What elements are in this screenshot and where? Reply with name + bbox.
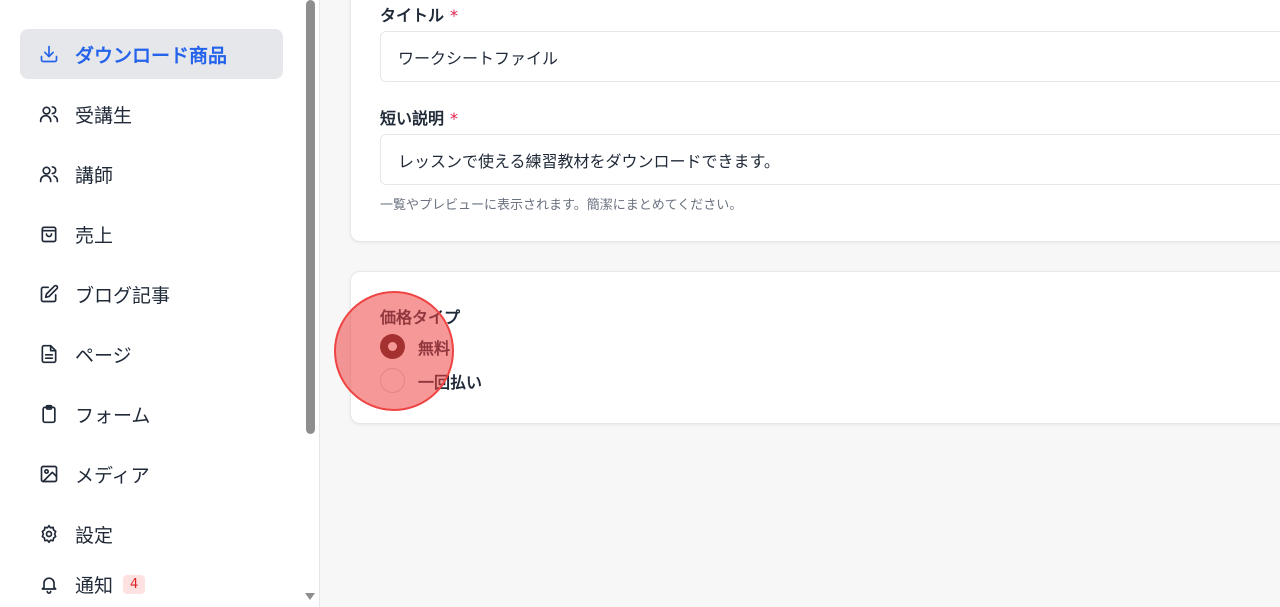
sidebar-item-label: フォーム	[75, 404, 151, 427]
sidebar-item-label: 通知	[75, 574, 114, 597]
gear-icon	[39, 524, 59, 544]
notification-count-badge: 4	[123, 574, 146, 594]
click-highlight	[334, 291, 454, 411]
sidebar-item-label: ダウンロード商品	[75, 44, 228, 67]
scroll-down-arrow-icon[interactable]	[305, 593, 315, 600]
sidebar-item-sales[interactable]: 売上	[20, 209, 283, 259]
title-label: タイトル *	[380, 2, 458, 26]
sidebar-item-label: メディア	[75, 464, 150, 487]
description-help-text: 一覧やプレビューに表示されます。簡潔にまとめてください。	[380, 198, 743, 213]
title-label-text: タイトル	[380, 6, 445, 25]
sidebar-item-settings[interactable]: 設定	[20, 509, 283, 559]
sidebar-item-downloads[interactable]: ダウンロード商品	[20, 29, 283, 79]
sidebar-item-notifications[interactable]: 通知 4	[20, 559, 283, 607]
sidebar-item-forms[interactable]: フォーム	[20, 389, 283, 439]
description-label: 短い説明 *	[380, 105, 458, 129]
sidebar-item-label: 講師	[75, 164, 114, 187]
bell-icon	[39, 574, 59, 594]
title-input[interactable]: ワークシートファイル	[380, 31, 1280, 82]
shopping-bag-icon	[39, 224, 59, 244]
sidebar-item-media[interactable]: メディア	[20, 449, 283, 499]
sidebar-item-blog[interactable]: ブログ記事	[20, 269, 283, 319]
sidebar-item-label: ブログ記事	[75, 284, 171, 307]
file-text-icon	[39, 344, 59, 364]
users-icon	[39, 104, 59, 124]
image-icon	[39, 464, 59, 484]
sidebar-item-students[interactable]: 受講生	[20, 89, 283, 139]
users-icon	[39, 164, 59, 184]
title-input-value: ワークシートファイル	[398, 48, 559, 68]
sidebar-scrollbar-thumb[interactable]	[306, 0, 315, 434]
edit-icon	[39, 284, 59, 304]
description-input[interactable]: レッスンで使える練習教材をダウンロードできます。	[380, 134, 1280, 185]
app: ダウンロード商品 受講生 講師 売上 ブログ記事 ページ フォーム メディア 設…	[0, 0, 1280, 607]
sidebar-item-label: 設定	[75, 524, 114, 547]
download-icon	[39, 44, 59, 64]
clipboard-icon	[39, 404, 59, 424]
description-input-value: レッスンで使える練習教材をダウンロードできます。	[398, 151, 780, 171]
required-mark: *	[450, 6, 459, 25]
pricing-card	[350, 271, 1280, 424]
sidebar-item-pages[interactable]: ページ	[20, 329, 283, 379]
required-mark: *	[450, 109, 459, 128]
sidebar: ダウンロード商品 受講生 講師 売上 ブログ記事 ページ フォーム メディア 設…	[0, 0, 320, 607]
sidebar-item-label: ページ	[75, 344, 132, 367]
sidebar-item-label: 受講生	[75, 104, 133, 127]
description-label-text: 短い説明	[380, 109, 445, 128]
sidebar-item-label: 売上	[75, 224, 114, 247]
sidebar-item-instructors[interactable]: 講師	[20, 149, 283, 199]
